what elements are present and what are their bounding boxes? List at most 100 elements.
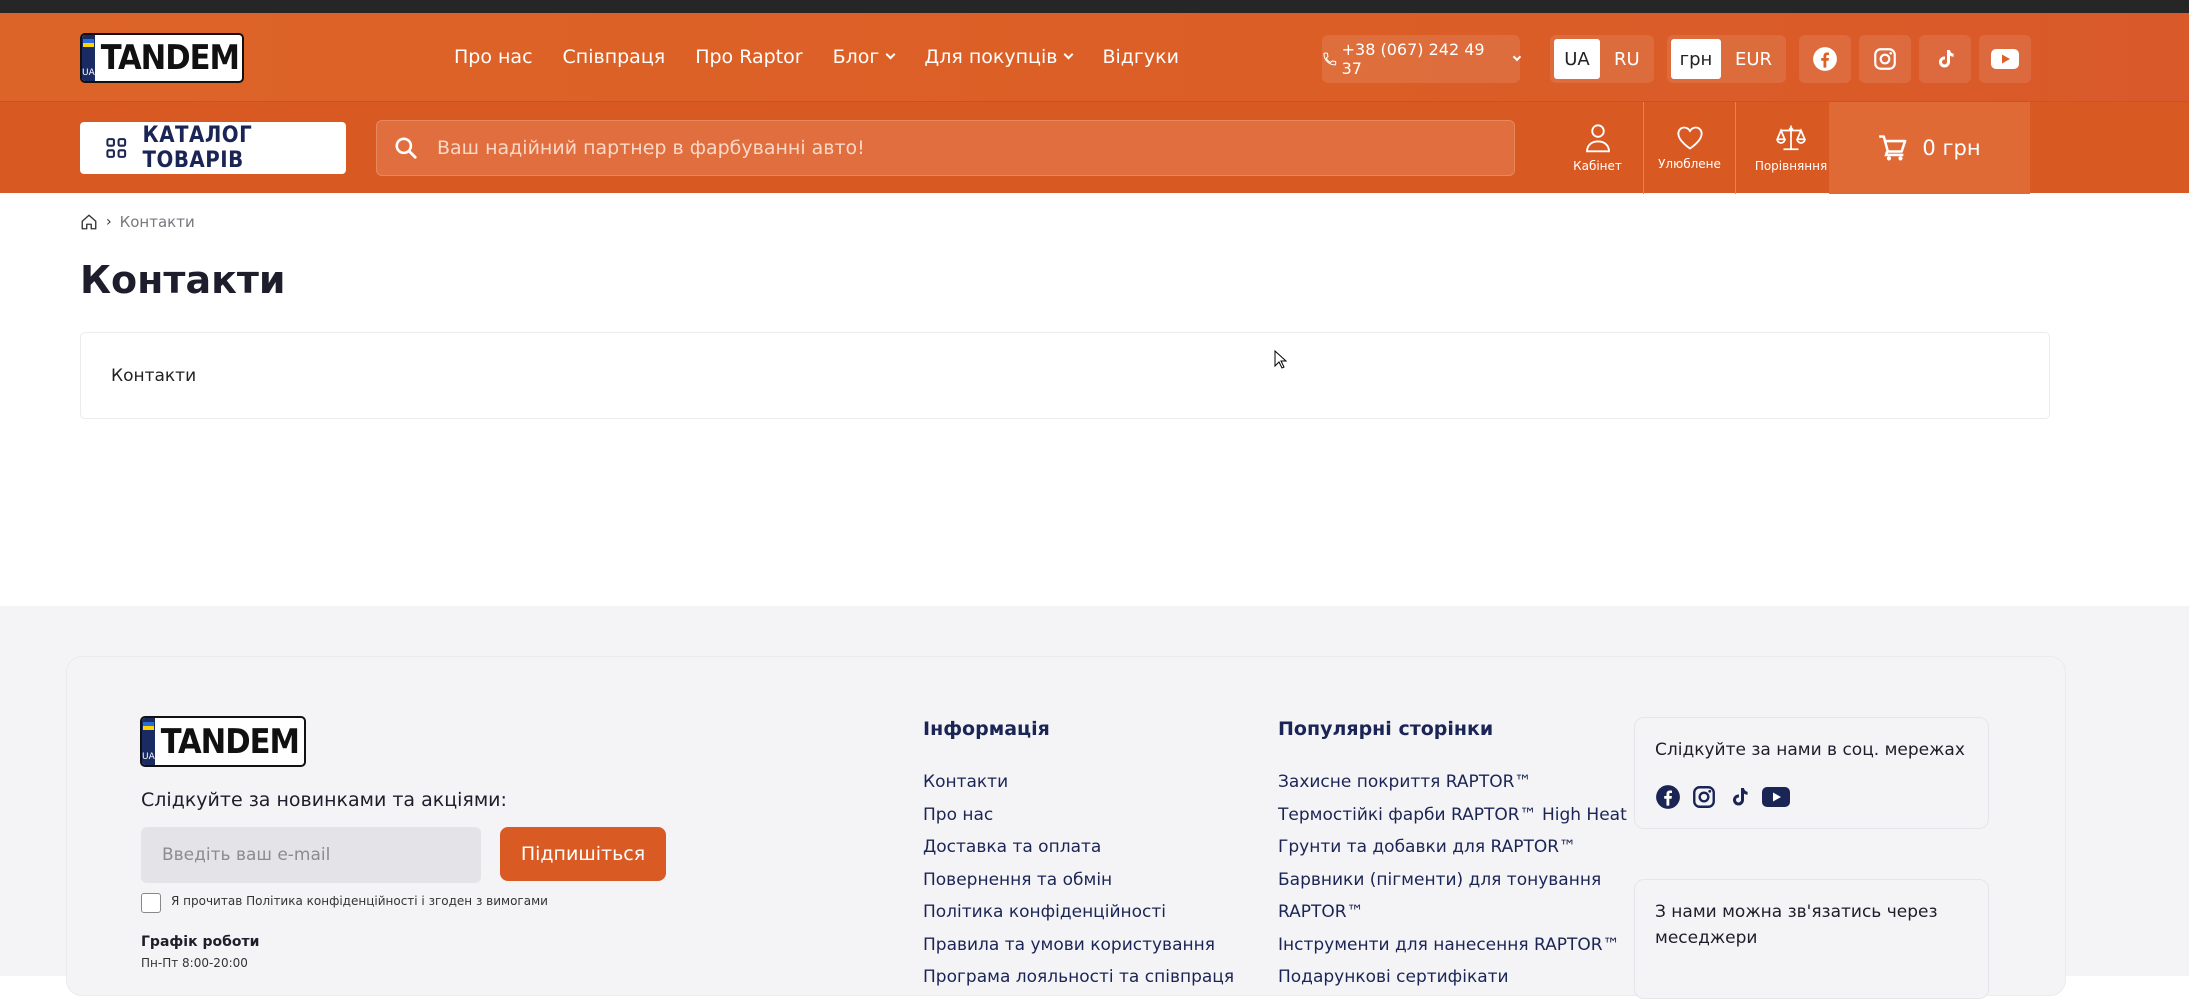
main-nav: Про нас Співпраця Про Raptor Блог Для по…	[454, 13, 1179, 101]
social-box: Слідкуйте за нами в соц. мережах	[1634, 717, 1989, 829]
nav-item-buyers[interactable]: Для покупців	[924, 46, 1074, 68]
tiktok-icon	[1939, 50, 1954, 68]
nav-item-about[interactable]: Про нас	[454, 46, 533, 68]
email-field[interactable]	[141, 827, 481, 883]
schedule-title: Графік роботи	[141, 934, 260, 950]
phone-icon	[1323, 52, 1337, 66]
lang-ua[interactable]: UA	[1554, 39, 1600, 79]
nav-item-reviews[interactable]: Відгуки	[1102, 46, 1179, 68]
logo-text: TANDEM	[100, 38, 240, 78]
footer-logo[interactable]: UA TANDEM	[140, 716, 306, 767]
info-column-title: Інформація	[923, 718, 1050, 740]
instagram-icon	[1874, 48, 1896, 70]
nav-label: Для покупців	[924, 46, 1058, 68]
popular-link[interactable]: Барвники (пігменти) для тонування	[1278, 864, 1627, 897]
content-card: Контакти	[80, 332, 2050, 419]
subscribe-button[interactable]: Підпишіться	[500, 827, 666, 881]
youtube-icon[interactable]	[1761, 785, 1791, 809]
popular-link[interactable]: RAPTOR™	[1278, 896, 1627, 929]
user-icon	[1585, 124, 1610, 153]
logo-text: TANDEM	[160, 721, 300, 762]
chevron-down-icon	[1512, 52, 1522, 61]
popular-link[interactable]: Грунти та добавки для RAPTOR™	[1278, 831, 1627, 864]
facebook-icon[interactable]	[1655, 784, 1681, 810]
phone-dropdown[interactable]: +38 (067) 242 49 37	[1322, 35, 1522, 83]
logo-country: UA	[142, 752, 155, 762]
ukraine-flag-icon	[82, 39, 94, 47]
facebook-icon	[1813, 47, 1837, 71]
scales-icon	[1776, 125, 1806, 151]
social-box-title: Слідкуйте за нами в соц. мережах	[1655, 740, 1965, 760]
nav-label: Про Raptor	[695, 46, 803, 68]
tiktok-link[interactable]	[1919, 35, 1971, 83]
search-icon[interactable]	[393, 135, 419, 161]
schedule-value: Пн-Пт 8:00-20:00	[141, 956, 248, 970]
logo-flag: UA	[82, 35, 95, 81]
info-link[interactable]: Політика конфіденційності	[923, 896, 1234, 929]
info-link[interactable]: Про нас	[923, 799, 1234, 832]
subscribe-label: Слідкуйте за новинками та акціями:	[141, 789, 507, 811]
catalog-button[interactable]: КАТАЛОГ ТОВАРІВ	[80, 122, 346, 174]
info-link[interactable]: Програма лояльності та співпраця	[923, 961, 1234, 994]
language-switcher: UA RU	[1550, 35, 1654, 83]
popular-column-title: Популярні сторінки	[1278, 718, 1494, 740]
cart-total: 0 грн	[1922, 136, 1981, 160]
search-input[interactable]	[437, 137, 1437, 159]
header-bottom: КАТАЛОГ ТОВАРІВ Кабінет Улюблене Порівня…	[0, 101, 2189, 194]
chevron-down-icon	[1063, 49, 1074, 60]
consent-label: Я прочитав Політика конфіденційності і з…	[171, 894, 548, 908]
currency-switcher: грн EUR	[1667, 35, 1787, 83]
youtube-link[interactable]	[1979, 35, 2031, 83]
instagram-link[interactable]	[1859, 35, 1911, 83]
logo-flag: UA	[142, 718, 155, 765]
info-links: Контакти Про нас Доставка та оплата Пове…	[923, 766, 1234, 994]
consent-checkbox[interactable]	[141, 893, 161, 913]
lang-ru[interactable]: RU	[1604, 39, 1650, 79]
phone-number: +38 (067) 242 49 37	[1341, 40, 1485, 78]
content-card-text: Контакти	[111, 365, 197, 386]
header-actions: Кабінет Улюблене Порівняння	[1552, 102, 1846, 194]
logo-wordmark: TANDEM	[95, 35, 242, 81]
nav-label: Співпраця	[562, 46, 666, 68]
currency-uah[interactable]: грн	[1671, 39, 1721, 79]
popular-link[interactable]: Захисне покриття RAPTOR™	[1278, 766, 1627, 799]
nav-label: Відгуки	[1102, 46, 1179, 68]
instagram-icon[interactable]	[1691, 784, 1717, 810]
breadcrumb-separator: ›	[106, 214, 112, 230]
info-link[interactable]: Правила та умови користування	[923, 929, 1234, 962]
info-link[interactable]: Повернення та обмін	[923, 864, 1234, 897]
logo-country: UA	[82, 68, 95, 78]
info-link[interactable]: Доставка та оплата	[923, 831, 1234, 864]
nav-item-blog[interactable]: Блог	[833, 46, 896, 68]
account-button[interactable]: Кабінет	[1552, 102, 1644, 194]
chevron-down-icon	[885, 49, 896, 60]
youtube-icon	[1991, 49, 2019, 69]
nav-label: Про нас	[454, 46, 533, 68]
footer: UA TANDEM Слідкуйте за новинками та акці…	[0, 606, 2189, 999]
messengers-text-line1: З нами можна зв'язатись через	[1655, 902, 1938, 922]
popular-link[interactable]: Подарункові сертифікати	[1278, 961, 1627, 994]
home-icon[interactable]	[80, 213, 98, 231]
search-bar	[376, 120, 1515, 176]
favorites-button[interactable]: Улюблене	[1644, 102, 1736, 194]
logo[interactable]: UA TANDEM	[80, 33, 244, 83]
messengers-box: З нами можна зв'язатись через меседжери	[1634, 879, 1989, 999]
grid-icon	[106, 138, 127, 158]
info-link[interactable]: Контакти	[923, 766, 1234, 799]
mouse-cursor-icon	[1274, 350, 1288, 369]
popular-link[interactable]: Інструменти для нанесення RAPTOR™	[1278, 929, 1627, 962]
account-label: Кабінет	[1573, 159, 1622, 173]
cart-icon	[1879, 135, 1907, 161]
facebook-link[interactable]	[1799, 35, 1851, 83]
catalog-label: КАТАЛОГ ТОВАРІВ	[142, 123, 253, 173]
tiktok-icon[interactable]	[1727, 784, 1751, 810]
nav-item-raptor[interactable]: Про Raptor	[695, 46, 802, 68]
nav-item-cooperation[interactable]: Співпраця	[563, 46, 666, 68]
compare-label: Порівняння	[1754, 159, 1828, 173]
ukraine-flag-icon	[142, 722, 154, 730]
footer-social-icons	[1655, 784, 1791, 810]
currency-eur[interactable]: EUR	[1725, 39, 1782, 79]
breadcrumb: › Контакти	[80, 213, 195, 231]
cart-button[interactable]: 0 грн	[1829, 102, 2030, 194]
popular-link[interactable]: Термостійкі фарби RAPTOR™ High Heat	[1278, 799, 1627, 832]
